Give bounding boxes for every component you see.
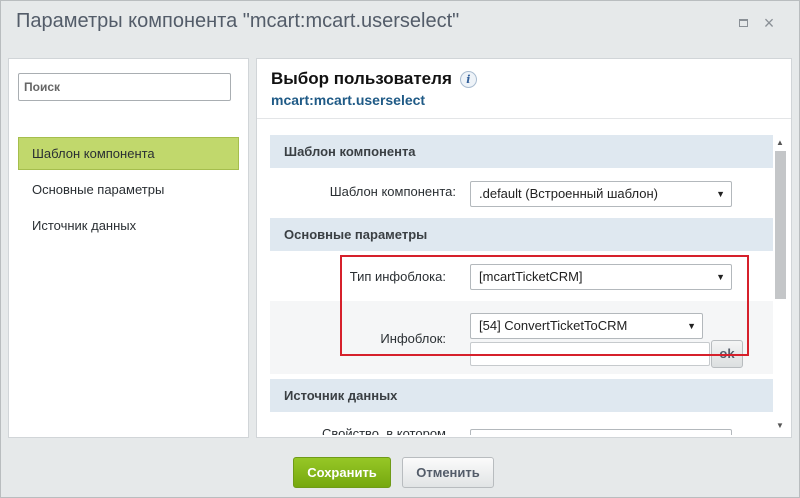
search-input[interactable] (18, 73, 231, 101)
iblock-type-select-value: [mcartTicketCRM] (479, 269, 583, 284)
iblock-select-value: [54] ConvertTicketToCRM (479, 318, 628, 333)
sidebar-item-data-source[interactable]: Источник данных (18, 209, 239, 242)
header-divider (257, 118, 791, 119)
chevron-down-icon: ▼ (687, 321, 696, 331)
section-heading-datasource: Источник данных (270, 379, 773, 412)
info-icon[interactable]: i (459, 70, 477, 88)
template-select[interactable]: .default (Встроенный шаблон) ▼ (470, 181, 732, 207)
scroll-down-icon[interactable]: ▼ (775, 421, 785, 431)
dialog-title: Параметры компонента "mcart:mcart.userse… (16, 10, 460, 32)
maximize-icon[interactable] (735, 15, 751, 31)
params-scroll-area: Шаблон компонента Шаблон компонента: .de… (270, 135, 773, 435)
datasource-field-label: Свойство, в котором (321, 426, 446, 435)
scroll-up-icon[interactable]: ▲ (775, 138, 785, 148)
iblock-label: Инфоблок: (380, 331, 446, 346)
iblock-id-input[interactable] (470, 342, 710, 366)
iblock-type-select[interactable]: [mcartTicketCRM] ▼ (470, 264, 732, 290)
iblock-type-label: Тип инфоблока: (349, 269, 446, 284)
component-title-text: Выбор пользователя (271, 69, 452, 88)
maximize-icon-shape (738, 19, 748, 27)
component-title: Выбор пользователя i (271, 69, 477, 89)
ok-button[interactable]: ok (711, 340, 743, 368)
cancel-button[interactable]: Отменить (402, 457, 494, 488)
sidebar: Шаблон компонента Основные параметры Ист… (8, 58, 249, 438)
template-field-label: Шаблон компонента: (329, 184, 456, 199)
component-settings-dialog: Параметры компонента "mcart:mcart.userse… (0, 0, 800, 498)
iblock-select[interactable]: [54] ConvertTicketToCRM ▼ (470, 313, 703, 339)
sidebar-nav: Шаблон компонента Основные параметры Ист… (18, 137, 239, 245)
chevron-down-icon: ▼ (716, 189, 725, 199)
params-scrollbar[interactable]: ▲ ▼ (773, 135, 787, 435)
close-icon[interactable]: × (761, 14, 777, 32)
section-heading-main: Основные параметры (270, 218, 773, 251)
sidebar-item-main-params[interactable]: Основные параметры (18, 173, 239, 206)
save-button[interactable]: Сохранить (293, 457, 391, 488)
sidebar-item-component-template[interactable]: Шаблон компонента (18, 137, 239, 170)
template-select-value: .default (Встроенный шаблон) (479, 186, 658, 201)
section-heading-template: Шаблон компонента (270, 135, 773, 168)
scroll-thumb[interactable] (775, 151, 786, 299)
settings-panel: Выбор пользователя i mcart:mcart.usersel… (256, 58, 792, 438)
chevron-down-icon: ▼ (716, 272, 725, 282)
datasource-select[interactable] (470, 429, 732, 435)
component-code: mcart:mcart.userselect (271, 92, 426, 108)
dialog-titlebar[interactable]: Параметры компонента "mcart:mcart.userse… (1, 1, 799, 47)
